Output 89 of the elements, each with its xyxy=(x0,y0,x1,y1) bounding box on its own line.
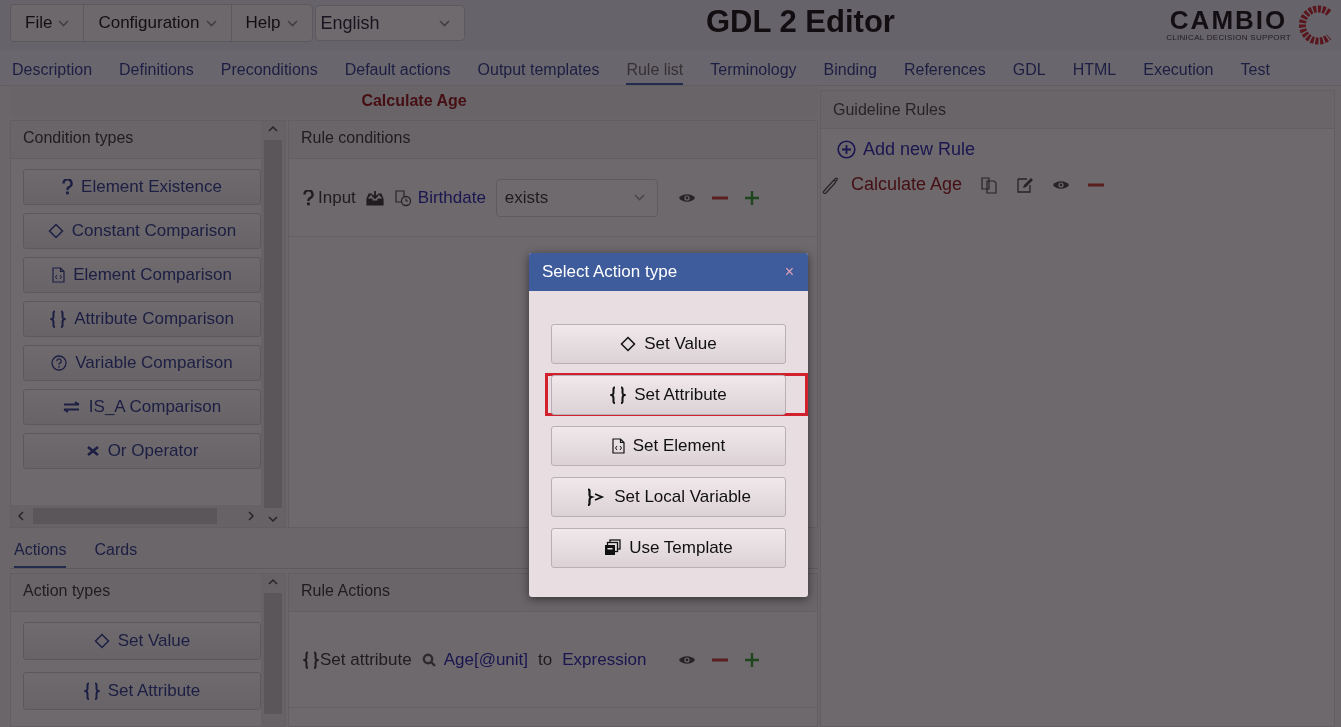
dialog-title: Select Action type xyxy=(542,262,678,282)
action-type-button[interactable]: Use Template xyxy=(551,527,786,568)
tab[interactable]: Cards xyxy=(94,540,138,568)
scroll-right-icon[interactable] xyxy=(248,511,255,521)
eye-icon[interactable] xyxy=(678,653,697,666)
scroll-left-icon[interactable] xyxy=(17,511,24,521)
rule-name[interactable]: Calculate Age xyxy=(851,174,963,195)
stacked-boxes-icon xyxy=(604,539,622,556)
logo-ring-icon xyxy=(1297,5,1333,45)
tab[interactable]: Description xyxy=(12,50,93,85)
tab[interactable]: Binding xyxy=(823,50,877,85)
panel-title: Rule conditions xyxy=(289,121,817,159)
tab[interactable]: GDL xyxy=(1012,50,1046,85)
tab[interactable]: Default actions xyxy=(344,50,451,85)
type-button[interactable]: Set Value xyxy=(23,622,261,660)
connector-text: to xyxy=(538,649,553,670)
tab[interactable]: Actions xyxy=(14,540,67,568)
chevron-down-icon xyxy=(438,19,450,27)
menu-button[interactable]: File xyxy=(11,5,85,41)
tab[interactable]: Test xyxy=(1240,50,1270,85)
chevron-down-icon xyxy=(286,19,298,27)
search-icon xyxy=(421,652,436,667)
close-button[interactable]: × xyxy=(784,263,794,281)
tab[interactable]: Output templates xyxy=(477,50,600,85)
scroll-up-icon[interactable] xyxy=(268,578,278,585)
panel-title: Guideline Rules xyxy=(821,91,1334,129)
document-icon xyxy=(52,267,66,283)
tab[interactable]: Execution xyxy=(1143,50,1214,85)
tab[interactable]: HTML xyxy=(1072,50,1117,85)
plus-icon[interactable] xyxy=(744,651,761,668)
horizontal-scrollbar[interactable] xyxy=(11,505,261,527)
chevron-down-icon xyxy=(58,19,70,27)
condition-label: Input xyxy=(318,187,356,208)
type-button[interactable]: IS_A Comparison xyxy=(23,389,261,425)
action-type-button[interactable]: Set Value xyxy=(551,323,786,364)
scroll-down-icon[interactable] xyxy=(268,516,278,523)
braces-icon xyxy=(610,385,627,404)
eye-icon[interactable] xyxy=(1052,178,1071,191)
type-button[interactable]: Constant Comparison xyxy=(23,213,261,249)
tab[interactable]: Definitions xyxy=(119,50,194,85)
element-clock-icon xyxy=(393,188,414,207)
type-button[interactable]: Element Comparison xyxy=(23,257,261,293)
plus-icon[interactable] xyxy=(743,189,760,206)
cross-icon xyxy=(85,445,100,457)
expression-link[interactable]: Expression xyxy=(562,649,647,670)
chevron-down-icon xyxy=(633,194,645,201)
diamond-icon xyxy=(47,223,64,239)
tab[interactable]: Terminology xyxy=(710,50,797,85)
diamond-icon xyxy=(620,335,637,352)
circled-question-icon xyxy=(51,355,68,371)
braces-icon xyxy=(50,310,67,328)
menu-button[interactable]: Configuration xyxy=(84,5,232,41)
attribute-link[interactable]: Age[@unit] xyxy=(443,649,529,670)
swap-arrows-icon xyxy=(62,401,81,413)
type-button[interactable]: Or Operator xyxy=(23,433,261,469)
question-icon xyxy=(62,179,74,195)
menu-button[interactable]: Help xyxy=(231,5,312,41)
logo-name: CAMBIO xyxy=(1169,7,1288,33)
add-rule-link[interactable]: Add new Rule xyxy=(863,139,976,160)
type-button[interactable]: Variable Comparison xyxy=(23,345,261,381)
document-icon xyxy=(611,437,625,454)
question-icon xyxy=(303,189,314,206)
type-button[interactable]: Attribute Comparison xyxy=(23,301,261,337)
minus-icon[interactable] xyxy=(712,657,729,662)
app-title: GDL 2 Editor xyxy=(706,3,895,41)
action-label: Set attribute xyxy=(320,649,412,670)
action-type-button[interactable]: Set Element xyxy=(551,425,786,466)
eye-icon[interactable] xyxy=(677,191,696,204)
scroll-up-icon[interactable] xyxy=(268,125,278,132)
logo-tagline: CLINICAL DECISION SUPPORT xyxy=(1166,33,1291,43)
element-link[interactable]: Birthdate xyxy=(417,187,486,208)
copy-icon[interactable] xyxy=(980,175,999,194)
type-button[interactable]: Set Attribute xyxy=(23,672,261,710)
tab[interactable]: References xyxy=(903,50,986,85)
tab[interactable]: Preconditions xyxy=(220,50,318,85)
type-button[interactable]: Element Existence xyxy=(23,169,261,205)
braces-icon xyxy=(303,650,319,669)
diamond-icon xyxy=(93,633,110,649)
download-tray-icon xyxy=(365,189,384,206)
action-type-button[interactable]: Set Local Variable xyxy=(551,476,786,517)
minus-icon[interactable] xyxy=(1088,182,1105,187)
action-type-button[interactable]: Set Attribute xyxy=(551,374,786,415)
operator-select[interactable]: exists xyxy=(495,178,658,217)
chevron-down-icon xyxy=(205,19,217,27)
language-select[interactable]: English xyxy=(314,5,465,41)
edit-icon[interactable] xyxy=(1016,175,1035,194)
braces-icon xyxy=(83,682,100,700)
plus-circle-icon[interactable] xyxy=(837,140,856,159)
minus-icon[interactable] xyxy=(711,195,728,200)
